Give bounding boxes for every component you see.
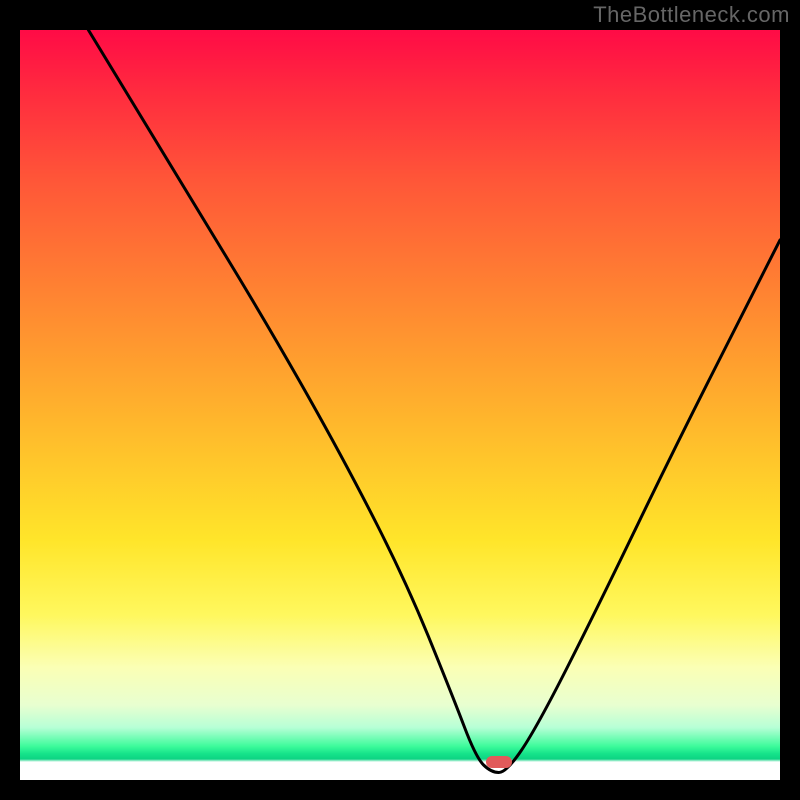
bottleneck-curve — [20, 30, 780, 780]
watermark-text: TheBottleneck.com — [593, 2, 790, 28]
optimum-marker — [486, 756, 512, 768]
chart-frame: TheBottleneck.com — [0, 0, 800, 800]
plot-area — [20, 30, 780, 780]
